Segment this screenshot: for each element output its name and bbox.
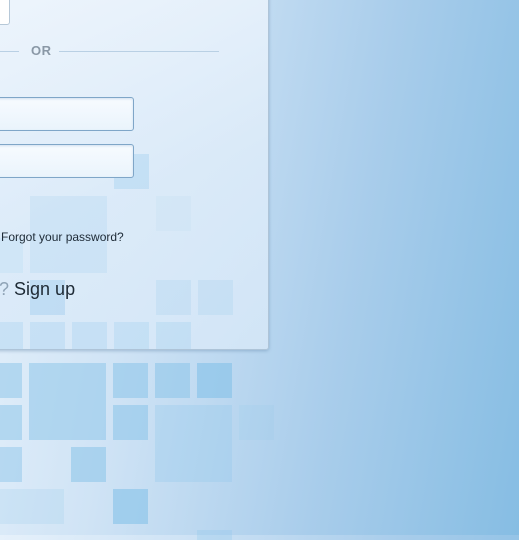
- panel-tile: [30, 322, 65, 349]
- bg-tile: [197, 363, 232, 398]
- panel-tile: [156, 280, 191, 315]
- divider-line-left: [0, 51, 19, 52]
- panel-tile: [156, 196, 191, 231]
- divider-line-right: [59, 51, 219, 52]
- bg-tile: [0, 405, 22, 440]
- bg-tile: [113, 405, 148, 440]
- bg-tile: [197, 530, 232, 540]
- panel-tile: [114, 322, 149, 349]
- bg-tile: [0, 489, 64, 524]
- panel-tile: [156, 322, 191, 349]
- bg-tile: [113, 363, 148, 398]
- bg-tile: [0, 363, 22, 398]
- panel-tile: [198, 280, 233, 315]
- bg-tile: [155, 405, 232, 482]
- username-field[interactable]: [0, 97, 134, 131]
- signup-prompt-text: t?: [0, 279, 10, 299]
- or-divider-label: OR: [31, 43, 52, 58]
- bg-tile: [113, 489, 148, 524]
- password-field[interactable]: [0, 144, 134, 178]
- bg-tile: [0, 447, 22, 482]
- signup-row: t? Sign up: [0, 279, 75, 300]
- bg-tile: [239, 405, 274, 440]
- external-login-button[interactable]: [0, 0, 10, 25]
- panel-tile: [72, 322, 107, 349]
- panel-tile: [0, 322, 23, 349]
- signup-link[interactable]: Sign up: [14, 279, 75, 299]
- bg-tile: [155, 363, 190, 398]
- bg-tile: [29, 363, 106, 440]
- forgot-password-link[interactable]: Forgot your password?: [1, 230, 124, 244]
- bg-tile: [71, 447, 106, 482]
